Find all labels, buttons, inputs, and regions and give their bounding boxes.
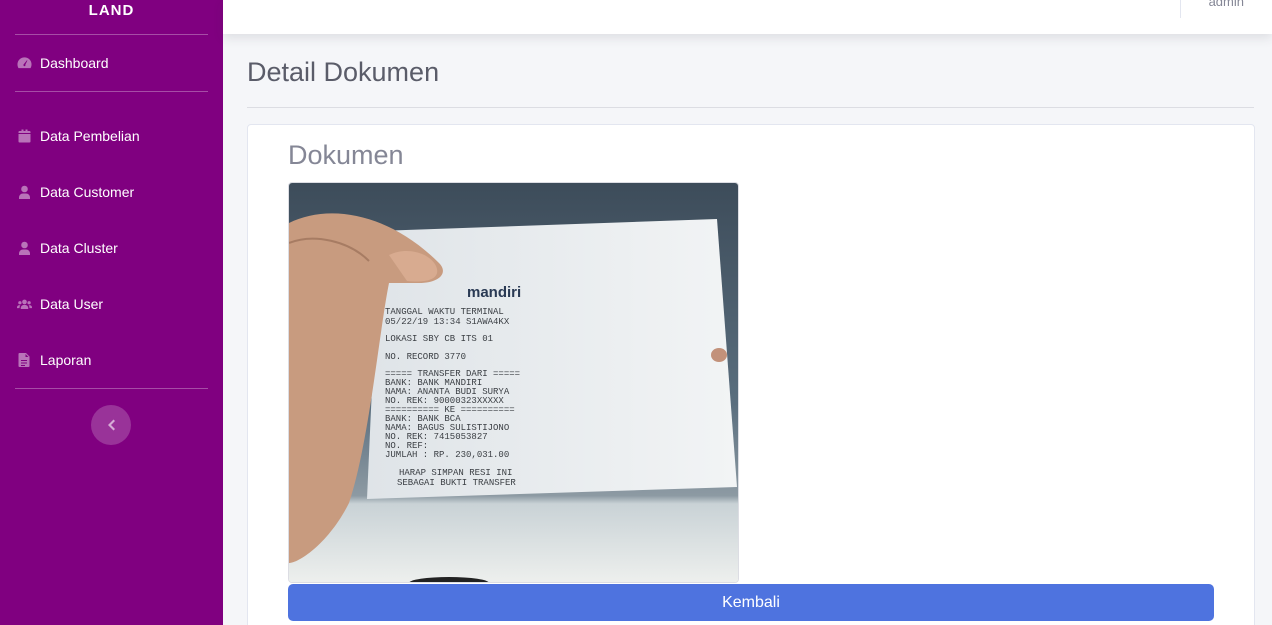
receipt-line: JUMLAH : RP. 230,031.00	[385, 450, 509, 460]
receipt-line: NO. RECORD 3770	[385, 352, 466, 362]
sidebar-item-label: Data Cluster	[40, 240, 118, 256]
sidebar-divider	[15, 388, 208, 389]
sidebar: LAND Dashboard Data Pembelian Data Custo…	[0, 0, 223, 625]
sidebar-item-label: Data Pembelian	[40, 128, 140, 144]
user-icon	[16, 241, 32, 255]
sidebar-brand[interactable]: LAND	[0, 0, 223, 22]
sidebar-item-label: Dashboard	[40, 55, 109, 71]
topbar: admin	[223, 0, 1272, 34]
sidebar-item-label: Data User	[40, 296, 104, 312]
users-icon	[16, 297, 32, 311]
sidebar-item-data-user[interactable]: Data User	[0, 284, 223, 324]
file-icon	[16, 353, 32, 367]
receipt-bank-logo: mandiri	[467, 284, 521, 301]
topbar-divider	[1180, 0, 1181, 18]
sidebar-item-dashboard[interactable]: Dashboard	[0, 43, 223, 83]
receipt-line: HARAP SIMPAN RESI INI	[399, 468, 512, 478]
calendar-icon	[16, 129, 32, 143]
sidebar-toggle-button[interactable]	[91, 405, 131, 445]
receipt-line: SEBAGAI BUKTI TRANSFER	[397, 478, 516, 488]
sidebar-item-data-customer[interactable]: Data Customer	[0, 172, 223, 212]
sidebar-item-data-pembelian[interactable]: Data Pembelian	[0, 116, 223, 156]
sidebar-item-laporan[interactable]: Laporan	[0, 340, 223, 380]
sidebar-item-data-cluster[interactable]: Data Cluster	[0, 228, 223, 268]
document-photo: mandiri TANGGAL WAKTU TERMINAL 05/22/19 …	[288, 182, 739, 583]
back-button[interactable]: Kembali	[288, 584, 1214, 621]
user-icon	[16, 185, 32, 199]
card-heading: Dokumen	[288, 140, 404, 170]
receipt-line: TANGGAL WAKTU TERMINAL	[385, 307, 504, 317]
sidebar-divider	[15, 91, 208, 92]
tachometer-icon	[16, 56, 32, 70]
title-divider	[247, 107, 1254, 108]
receipt-line: LOKASI SBY CB ITS 01	[385, 334, 493, 344]
chevron-left-icon	[108, 419, 115, 431]
user-menu[interactable]: admin	[1209, 0, 1244, 9]
sidebar-divider	[15, 34, 208, 35]
receipt-line: 05/22/19 13:34 S1AWA4KX	[385, 317, 510, 327]
sidebar-item-label: Laporan	[40, 352, 92, 368]
page-title: Detail Dokumen	[247, 57, 440, 87]
sidebar-item-label: Data Customer	[40, 184, 135, 200]
